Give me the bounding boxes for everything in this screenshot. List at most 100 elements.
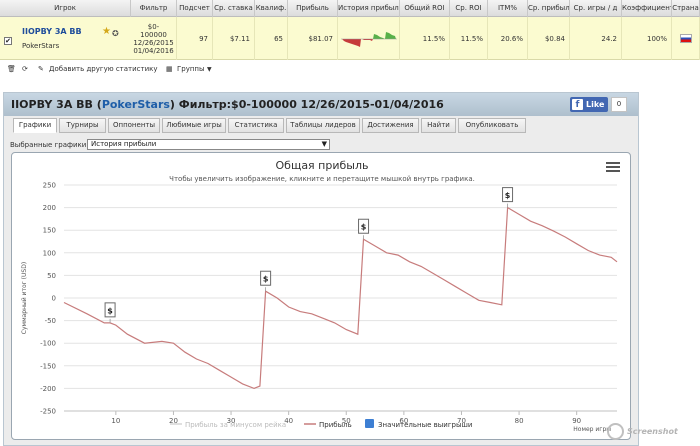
chart-title: Общая прибыль [276,159,369,172]
tab-search[interactable]: Найти [421,118,456,133]
sparkline-icon [340,31,397,47]
chart-subtitle: Чтобы увеличить изображение, кликните и … [169,175,475,183]
data-point [172,342,175,345]
watermark: Screenshot [607,420,697,444]
player-site: PokerStars [22,42,60,50]
data-point [397,254,400,257]
tab-favorite-games[interactable]: Любимые игры [162,118,226,133]
tab-charts[interactable]: Графики [13,118,57,133]
groups-icon: ▦ [166,65,173,73]
cell-avg-stake: $7.11 [213,17,255,60]
data-point [114,324,117,327]
data-point [356,333,359,336]
favorite-star-icon[interactable]: ★ [102,27,112,37]
cell-count: 97 [177,17,213,60]
groups-button[interactable]: Группы [177,65,205,73]
chart-selector-dropdown[interactable]: История прибыли ▼ [87,139,330,150]
chart-menu-icon[interactable] [606,162,620,174]
y-tick-label: 50 [47,272,56,280]
cell-itm: 20.6% [488,17,528,60]
profit-chart[interactable]: Общая прибыль Чтобы увеличить изображение… [12,153,632,441]
add-stat-button[interactable]: Добавить другую статистику [49,65,158,73]
col-header-avg-stake[interactable]: Ср. ставка [213,0,255,17]
table-row[interactable]: ✔ IIOPBY 3A BB PokerStars ★ ✪ $0- 100000… [0,17,700,60]
report-title: IIOPBY 3A BB (PokerStars) Фильтр:$0-1000… [11,98,444,111]
add-stat-icon: ✎ [38,65,44,73]
row-checkbox[interactable]: ✔ [4,37,12,45]
chevron-down-icon[interactable]: ▼ [207,66,212,73]
legend-swatch-big-wins [365,419,374,428]
cell-qualifications: 65 [255,17,288,60]
data-point [616,260,619,263]
russia-flag-icon [679,34,692,43]
report-tabs: Графики Турниры Оппоненты Любимые игры С… [4,118,638,133]
cell-filter: $0- 100000 12/26/2015 01/04/2016 [131,17,177,60]
cell-profit-history-sparkline [338,17,400,60]
tab-tournaments[interactable]: Турниры [59,118,106,133]
facebook-like-button[interactable]: f Like [570,97,608,112]
data-point [218,369,221,372]
data-point [420,265,423,268]
col-header-player[interactable]: Игрок [0,0,131,17]
y-tick-label: -150 [40,362,56,370]
tab-leaderboards[interactable]: Таблицы лидеров [286,118,360,133]
refresh-icon[interactable]: ⟳ [22,65,28,73]
legend-label-net-profit: Прибыль за минусом рейка [185,421,286,429]
facebook-like-label: Like [586,100,605,109]
trash-icon[interactable]: 🗑 [7,65,16,73]
col-header-profit-history[interactable]: История прибыли [338,0,400,17]
data-point [207,362,210,365]
chevron-down-icon: ▼ [321,140,327,148]
cell-games-per-day: 24.2 [570,17,622,60]
cell-avg-roi: 11.5% [450,17,488,60]
y-tick-label: -250 [40,408,56,416]
data-point [518,213,521,216]
cell-profit: $81.07 [288,17,338,60]
tab-opponents[interactable]: Оппоненты [108,118,160,133]
data-point [299,310,302,313]
data-point [598,254,601,257]
col-header-qualifications[interactable]: Квалиф. [255,0,288,17]
stats-toolbar: 🗑 ⟳ ✎ Добавить другую статистику ▦ Групп… [0,61,700,78]
col-header-total-roi[interactable]: Общий ROI [400,0,450,17]
player-name-link[interactable]: IIOPBY 3A BB [22,27,82,36]
cell-avg-profit: $0.84 [528,17,570,60]
data-point [552,230,555,233]
col-header-ratio[interactable]: Коэффициент [622,0,672,17]
report-title-filter: Фильтр:$0-100000 12/26/2015-01/04/2016 [178,98,444,111]
y-tick-label: 100 [43,249,56,257]
col-header-avg-profit[interactable]: Ср. прибыль [528,0,570,17]
col-header-count[interactable]: Подсчет [177,0,213,17]
report-title-site-link[interactable]: PokerStars [102,98,170,111]
col-header-filter[interactable]: Фильтр [131,0,177,17]
watermark-text: Screenshot [627,427,678,436]
data-point [374,245,377,248]
data-point [443,278,446,281]
col-header-avg-roi[interactable]: Ср. ROI [450,0,488,17]
chart-selector-bar: Выбранные графики: История прибыли ▼ [4,138,638,152]
data-point [477,299,480,302]
watermark-logo-icon [607,423,624,440]
data-point [489,301,492,304]
data-point [86,312,89,315]
data-point [103,321,106,324]
col-header-country[interactable]: Страна [672,0,700,17]
col-header-profit[interactable]: Прибыль [288,0,338,17]
tab-statistics[interactable]: Статистика [228,118,284,133]
tab-achievements[interactable]: Достижения [362,118,419,133]
data-point [143,342,146,345]
cell-country [672,17,700,60]
data-point [230,376,233,379]
tab-publish[interactable]: Опубликовать [458,118,526,133]
facebook-like-count: 0 [611,97,627,112]
x-tick-label: 80 [515,417,524,425]
col-header-itm[interactable]: ITM% [488,0,528,17]
col-header-games-per-day[interactable]: Ср. игры / д [570,0,622,17]
data-point [258,385,261,388]
cell-ratio: 100% [622,17,672,60]
y-tick-label: 200 [43,204,56,212]
data-point [322,317,325,320]
data-point [431,272,434,275]
chart-panel[interactable]: Общая прибыль Чтобы увеличить изображение… [11,152,631,440]
chart-selector-label: Выбранные графики: [10,141,89,149]
